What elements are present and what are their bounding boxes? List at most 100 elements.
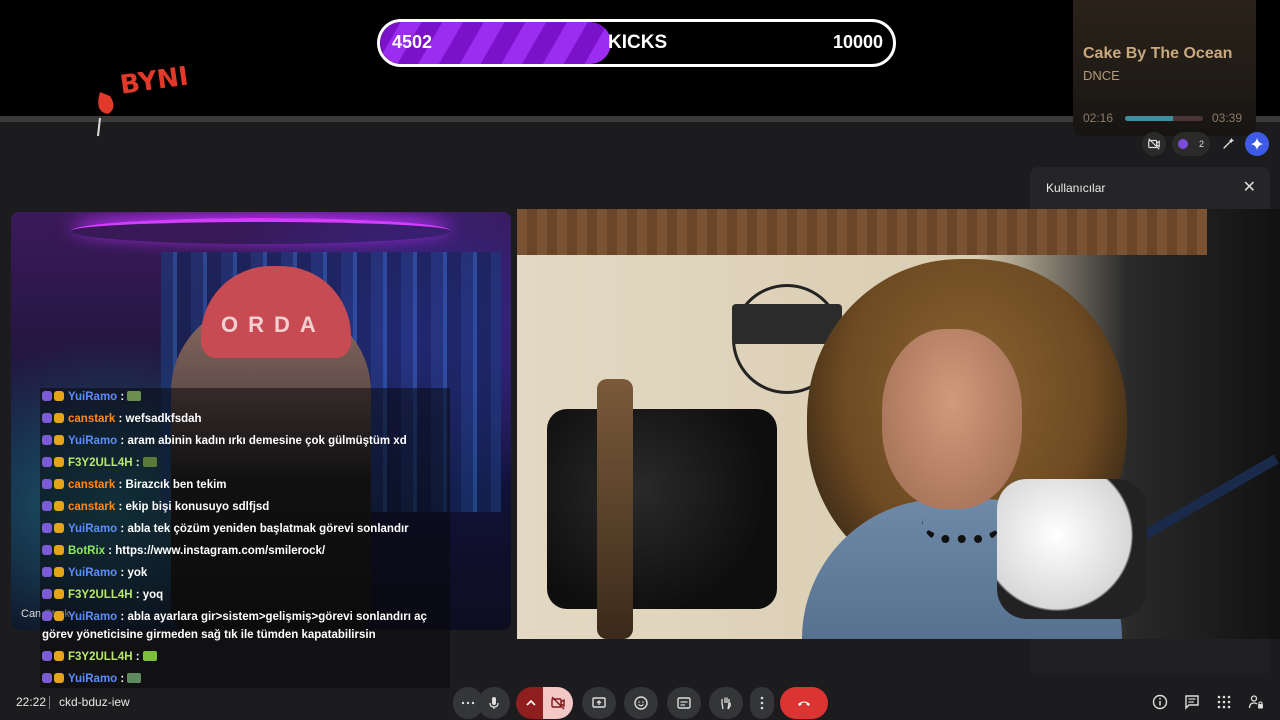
divider: [49, 696, 50, 709]
microphone-icon: [489, 697, 499, 709]
wood-ceiling: [517, 209, 1207, 255]
bass-guitar: [597, 379, 633, 639]
kicks-label: KICKS: [608, 32, 668, 53]
chat-username[interactable]: canstark: [68, 501, 115, 513]
chat-text: : Birazcık ben tekim: [115, 479, 227, 491]
chat-message: YuiRamo : yok: [42, 566, 147, 581]
camera-off-icon[interactable]: [1142, 132, 1166, 156]
close-icon[interactable]: ✕: [1243, 177, 1256, 197]
chat-text: : ekip bişi konusuyo sdlfjsd: [115, 501, 270, 513]
chat-text: : https://www.instagram.com/smilerock/: [105, 545, 326, 557]
song-artist: DNCE: [1083, 68, 1120, 83]
wall-shelf: [732, 304, 842, 344]
reactions-button[interactable]: [624, 687, 658, 719]
badge-icon: [54, 413, 64, 423]
participants-pill[interactable]: 2: [1172, 132, 1210, 156]
badge-icon: [54, 501, 64, 511]
chat-text: :: [132, 457, 140, 469]
chat-text: görev yöneticisine girmeden sağ tık ile …: [42, 629, 376, 641]
chat-username[interactable]: YuiRamo: [68, 391, 117, 403]
badge-icon: [54, 391, 64, 401]
drum-kit: [547, 409, 777, 609]
badge-icon: [42, 589, 52, 599]
chat-username[interactable]: YuiRamo: [68, 673, 117, 685]
song-duration: 03:39: [1212, 111, 1243, 125]
hand-icon: [721, 697, 731, 710]
emote-icon: [127, 391, 142, 401]
badge-icon: [42, 651, 52, 661]
hangup-icon: [798, 701, 810, 706]
chat-message: F3Y2ULL4H :: [42, 650, 157, 665]
chat-text: : aram abinin kadın ırkı demesine çok gü…: [117, 435, 407, 447]
chat-text: :: [117, 673, 125, 685]
chat-text: : yoq: [132, 589, 164, 601]
badge-icon: [54, 567, 64, 577]
badge-icon: [42, 545, 52, 555]
emoji-icon: [634, 696, 648, 710]
chat-text: : wefsadkfsdah: [115, 413, 202, 425]
badge-icon: [54, 457, 64, 467]
mic-button[interactable]: [478, 687, 510, 719]
participant-avatar-icon: [1178, 139, 1188, 149]
kicks-goal: 10000: [832, 32, 883, 52]
badge-icon: [54, 611, 64, 621]
chat-username[interactable]: F3Y2ULL4H: [68, 651, 133, 663]
camera-off-icon: [551, 696, 565, 710]
chat-username[interactable]: YuiRamo: [68, 523, 117, 535]
chat-username[interactable]: BotRix: [68, 545, 105, 557]
camera-options-button[interactable]: [516, 687, 546, 719]
song-progress-fill: [1125, 116, 1174, 121]
host-controls-button[interactable]: [1247, 693, 1265, 711]
badge-icon: [42, 611, 52, 621]
magic-wand-icon[interactable]: [1216, 132, 1240, 156]
chat-username[interactable]: YuiRamo: [68, 611, 117, 623]
badge-icon: [54, 545, 64, 555]
necklace: [922, 519, 1002, 543]
raise-hand-button[interactable]: [709, 687, 743, 719]
badge-icon: [42, 413, 52, 423]
gemini-icon[interactable]: [1245, 132, 1269, 156]
video-tile-right[interactable]: [517, 209, 1280, 639]
leave-call-button[interactable]: [780, 687, 828, 719]
badge-icon: [54, 479, 64, 489]
chat-message: BotRix : https://www.instagram.com/smile…: [42, 544, 325, 559]
chat-username[interactable]: F3Y2ULL4H: [68, 589, 133, 601]
chat-message: canstark : wefsadkfsdah: [42, 412, 202, 427]
chat-message: YuiRamo :: [42, 390, 142, 405]
chat-text: : yok: [117, 567, 148, 579]
chat-message: YuiRamo : abla ayarlara gir>sistem>geliş…: [42, 610, 427, 625]
emote-icon: [127, 673, 142, 683]
chat-button[interactable]: [1183, 693, 1201, 711]
chat-username[interactable]: YuiRamo: [68, 435, 117, 447]
captions-button[interactable]: [667, 687, 701, 719]
chat-message: F3Y2ULL4H :: [42, 456, 157, 471]
badge-icon: [42, 567, 52, 577]
camera-toggle-button[interactable]: [543, 687, 573, 719]
chat-username[interactable]: YuiRamo: [68, 567, 117, 579]
badge-icon: [42, 501, 52, 511]
info-icon: [1152, 694, 1168, 710]
kicks-goal-bar: 4502 KICKS 10000: [377, 19, 896, 67]
more-actions-button[interactable]: [750, 687, 774, 719]
cap-text: ORDA: [221, 312, 326, 337]
badge-icon: [42, 479, 52, 489]
chevron-up-icon: [526, 699, 536, 706]
chat-username[interactable]: canstark: [68, 413, 115, 425]
chat-username[interactable]: F3Y2ULL4H: [68, 457, 133, 469]
present-screen-button[interactable]: [582, 687, 616, 719]
badge-icon: [54, 435, 64, 445]
chat-text: : abla ayarlara gir>sistem>gelişmiş>göre…: [117, 611, 427, 623]
kicks-current: 4502: [392, 32, 433, 52]
badge-icon: [54, 523, 64, 533]
badge-icon: [42, 391, 52, 401]
activities-button[interactable]: [1215, 693, 1233, 711]
chat-username[interactable]: canstark: [68, 479, 115, 491]
users-panel-title: Kullanıcılar: [1046, 181, 1106, 195]
meeting-info-button[interactable]: [1151, 693, 1169, 711]
emote-icon: [142, 457, 157, 467]
meeting-code: ckd-bduz-iew: [59, 695, 130, 709]
kebab-menu-icon: [760, 696, 764, 710]
lock-person-icon: [1248, 695, 1263, 709]
chat-message: F3Y2ULL4H : yoq: [42, 588, 163, 603]
song-elapsed: 02:16: [1083, 111, 1114, 125]
